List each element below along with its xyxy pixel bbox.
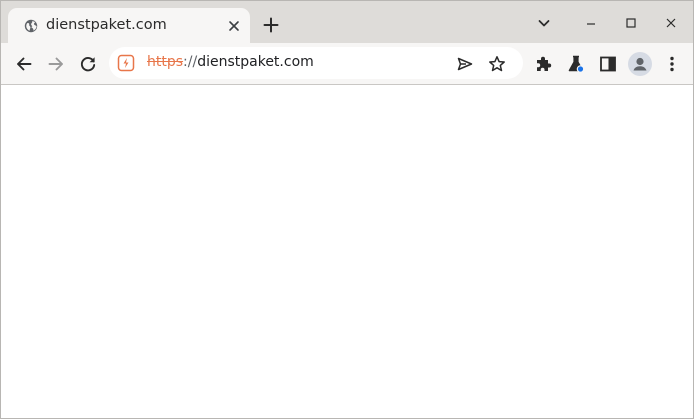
kebab-menu-icon[interactable] xyxy=(661,53,683,75)
send-icon[interactable] xyxy=(456,55,474,73)
address-bar[interactable]: https://dienstpaket.com xyxy=(109,47,523,79)
minimize-icon[interactable] xyxy=(581,13,601,33)
tab-title: dienstpaket.com xyxy=(46,17,167,33)
tab-active[interactable]: dienstpaket.com xyxy=(8,8,250,44)
close-icon[interactable] xyxy=(226,18,242,34)
plus-icon[interactable] xyxy=(261,15,281,35)
close-icon[interactable] xyxy=(661,13,681,33)
url-text: https://dienstpaket.com xyxy=(147,54,314,70)
arrow-left-icon[interactable] xyxy=(13,53,35,75)
page-content xyxy=(1,86,693,418)
flask-icon[interactable] xyxy=(565,53,587,75)
profile-icon xyxy=(633,57,647,71)
maximize-icon[interactable] xyxy=(621,13,641,33)
toolbar: https://dienstpaket.com xyxy=(1,43,693,85)
arrow-right-icon[interactable] xyxy=(45,53,67,75)
reload-icon[interactable] xyxy=(77,53,99,75)
url-host: dienstpaket.com xyxy=(197,54,314,70)
side-panel-icon[interactable] xyxy=(597,53,619,75)
avatar[interactable] xyxy=(628,52,652,76)
globe-icon xyxy=(24,19,38,33)
puzzle-icon[interactable] xyxy=(533,53,555,75)
url-scheme: https xyxy=(147,54,184,70)
browser-window: dienstpaket.com https://dienstpaket.com xyxy=(0,0,694,419)
chevron-down-icon[interactable] xyxy=(534,13,554,33)
not-secure-warning-icon[interactable] xyxy=(117,54,135,72)
tab-strip: dienstpaket.com xyxy=(1,1,693,44)
star-icon[interactable] xyxy=(488,55,506,73)
url-separator: :// xyxy=(183,54,198,70)
